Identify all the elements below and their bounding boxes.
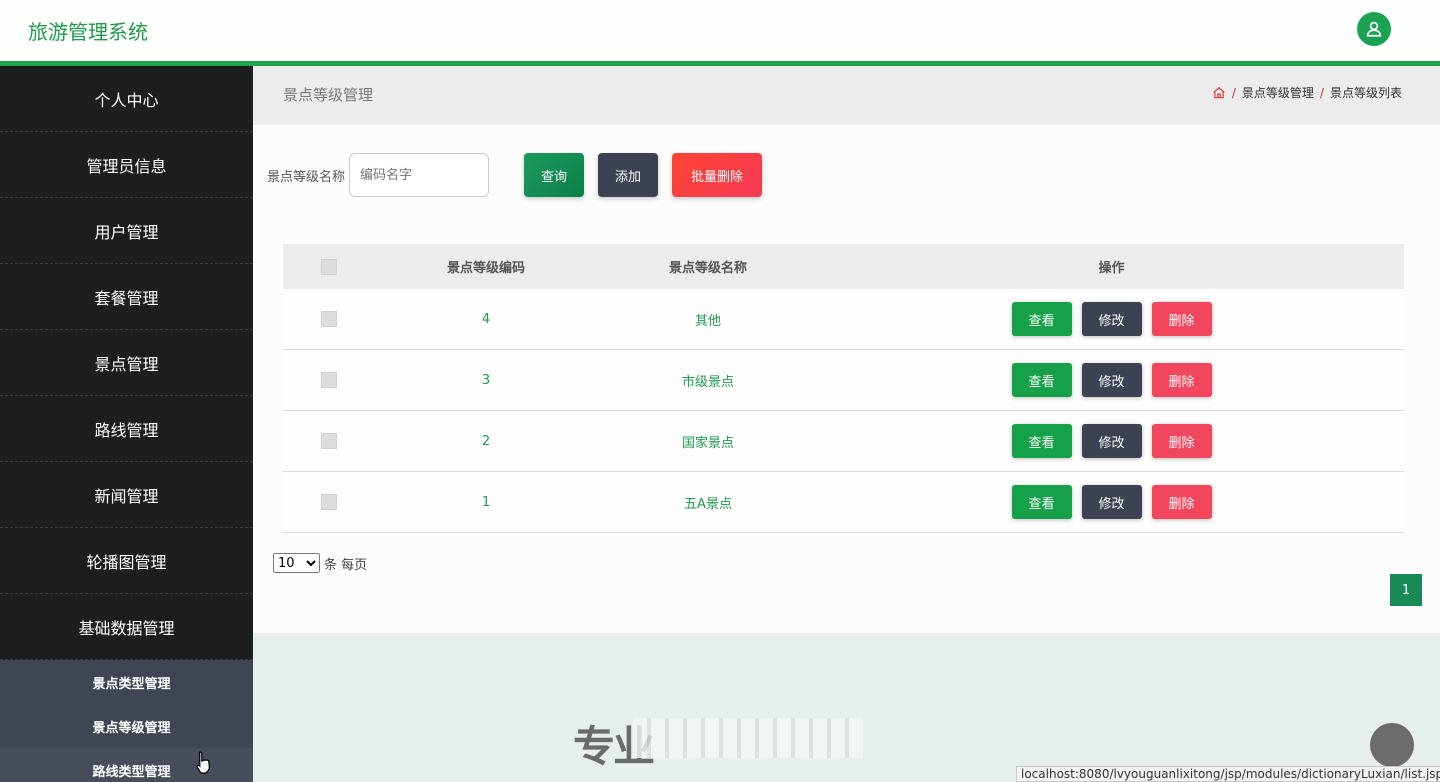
sidebar-item-route-management[interactable]: 路线管理 (0, 396, 253, 462)
hand-cursor-icon (196, 751, 210, 774)
sidebar-item-label: 管理员信息 (86, 156, 167, 176)
footer: 专业 (253, 633, 1440, 782)
sidebar-item-base-data-management[interactable]: 基础数据管理 (0, 594, 253, 660)
submenu-item-attraction-level[interactable]: 景点等级管理 (0, 704, 253, 748)
submenu-item-label: 路线类型管理 (92, 764, 171, 780)
cell-name: 国家景点 (681, 435, 734, 451)
delete-button[interactable]: 删除 (1151, 363, 1212, 397)
cell-code: 4 (481, 311, 491, 327)
view-button[interactable]: 查看 (1011, 363, 1072, 397)
breadcrumb: / 景点等级管理 / 景点等级列表 (1212, 84, 1402, 101)
table-row: 3 市级景点 查看 修改 删除 (283, 350, 1404, 411)
cell-name: 其他 (694, 313, 721, 329)
view-button[interactable]: 查看 (1011, 485, 1072, 519)
cell-name: 五A景点 (684, 496, 732, 512)
search-bar: 景点等级名称 查询 添加 批量删除 (267, 153, 763, 197)
sidebar-submenu: 景点类型管理 景点等级管理 路线类型管理 (0, 660, 253, 782)
page-number-button[interactable]: 1 (1390, 574, 1422, 606)
row-checkbox[interactable] (321, 311, 337, 327)
query-button[interactable]: 查询 (524, 153, 585, 197)
sidebar-item-user-management[interactable]: 用户管理 (0, 198, 253, 264)
sidebar-item-label: 基础数据管理 (78, 618, 175, 638)
edit-button[interactable]: 修改 (1081, 424, 1142, 458)
sidebar: 个人中心 管理员信息 用户管理 套餐管理 景点管理 路线管理 新闻管理 轮播图管… (0, 66, 253, 782)
sidebar-item-label: 景点管理 (94, 354, 159, 374)
table-row: 4 其他 查看 修改 删除 (283, 289, 1404, 350)
sidebar-item-news-management[interactable]: 新闻管理 (0, 462, 253, 528)
submenu-item-attraction-type[interactable]: 景点类型管理 (0, 660, 253, 704)
sidebar-item-label: 轮播图管理 (86, 552, 167, 572)
top-bar: 旅游管理系统 (0, 0, 1440, 61)
home-icon[interactable] (1212, 86, 1226, 100)
page-header: 景点等级管理 / 景点等级管理 / 景点等级列表 (253, 66, 1440, 125)
breadcrumb-level2: 景点等级列表 (1329, 86, 1402, 100)
cell-code: 2 (481, 433, 491, 449)
edit-button[interactable]: 修改 (1081, 302, 1142, 336)
cell-code: 3 (481, 372, 491, 388)
submenu-item-route-type[interactable]: 路线类型管理 (0, 748, 253, 782)
main-content: 景点等级管理 / 景点等级管理 / 景点等级列表 景点等级名称 查询 添加 批量… (253, 66, 1440, 782)
delete-button[interactable]: 删除 (1151, 302, 1212, 336)
cell-name: 市级景点 (681, 374, 734, 390)
column-header-ops: 操作 (1098, 261, 1125, 276)
page-size-control: 10 条 每页 (273, 553, 367, 573)
sidebar-item-label: 个人中心 (94, 90, 159, 110)
sidebar-item-package-management[interactable]: 套餐管理 (0, 264, 253, 330)
breadcrumb-separator: / (1231, 85, 1236, 100)
delete-button[interactable]: 删除 (1151, 424, 1212, 458)
edit-button[interactable]: 修改 (1081, 363, 1142, 397)
delete-button[interactable]: 删除 (1151, 485, 1212, 519)
app-title: 旅游管理系统 (28, 20, 148, 44)
search-input[interactable] (349, 153, 490, 197)
row-checkbox[interactable] (321, 494, 337, 510)
row-checkbox[interactable] (321, 372, 337, 388)
floating-action-button[interactable] (1370, 723, 1414, 767)
browser-status-url: localhost:8080/lvyouguanlixitong/jsp/mod… (1016, 766, 1440, 782)
submenu-item-label: 景点等级管理 (92, 720, 171, 736)
user-icon (1366, 21, 1382, 37)
sidebar-item-label: 用户管理 (94, 222, 159, 242)
page-title: 景点等级管理 (283, 86, 374, 104)
user-avatar[interactable] (1357, 12, 1391, 46)
watermark-blur (633, 718, 863, 758)
sidebar-item-label: 路线管理 (94, 420, 159, 440)
view-button[interactable]: 查看 (1011, 302, 1072, 336)
breadcrumb-separator: / (1319, 85, 1324, 100)
table-row: 1 五A景点 查看 修改 删除 (283, 472, 1404, 533)
sidebar-item-admin-info[interactable]: 管理员信息 (0, 132, 253, 198)
sidebar-item-carousel-management[interactable]: 轮播图管理 (0, 528, 253, 594)
breadcrumb-level1[interactable]: 景点等级管理 (1242, 84, 1314, 101)
sidebar-item-attraction-management[interactable]: 景点管理 (0, 330, 253, 396)
data-table: 景点等级编码 景点等级名称 操作 4 其他 查看 修改 删除 3 市级景点 查看… (283, 244, 1404, 533)
page-size-select[interactable]: 10 (273, 553, 320, 573)
column-header-name: 景点等级名称 (668, 261, 747, 276)
search-label: 景点等级名称 (267, 169, 346, 185)
row-checkbox[interactable] (321, 433, 337, 449)
page-size-suffix: 条 每页 (324, 557, 368, 573)
batch-delete-button[interactable]: 批量删除 (672, 153, 763, 197)
add-button[interactable]: 添加 (598, 153, 659, 197)
sidebar-item-label: 新闻管理 (94, 486, 159, 506)
sidebar-item-label: 套餐管理 (94, 288, 159, 308)
edit-button[interactable]: 修改 (1081, 485, 1142, 519)
table-header: 景点等级编码 景点等级名称 操作 (283, 244, 1404, 289)
view-button[interactable]: 查看 (1011, 424, 1072, 458)
submenu-item-label: 景点类型管理 (92, 676, 171, 692)
select-all-checkbox[interactable] (321, 258, 337, 275)
table-row: 2 国家景点 查看 修改 删除 (283, 411, 1404, 472)
sidebar-item-personal-center[interactable]: 个人中心 (0, 66, 253, 132)
cell-code: 1 (481, 494, 491, 510)
column-header-code: 景点等级编码 (446, 261, 525, 276)
